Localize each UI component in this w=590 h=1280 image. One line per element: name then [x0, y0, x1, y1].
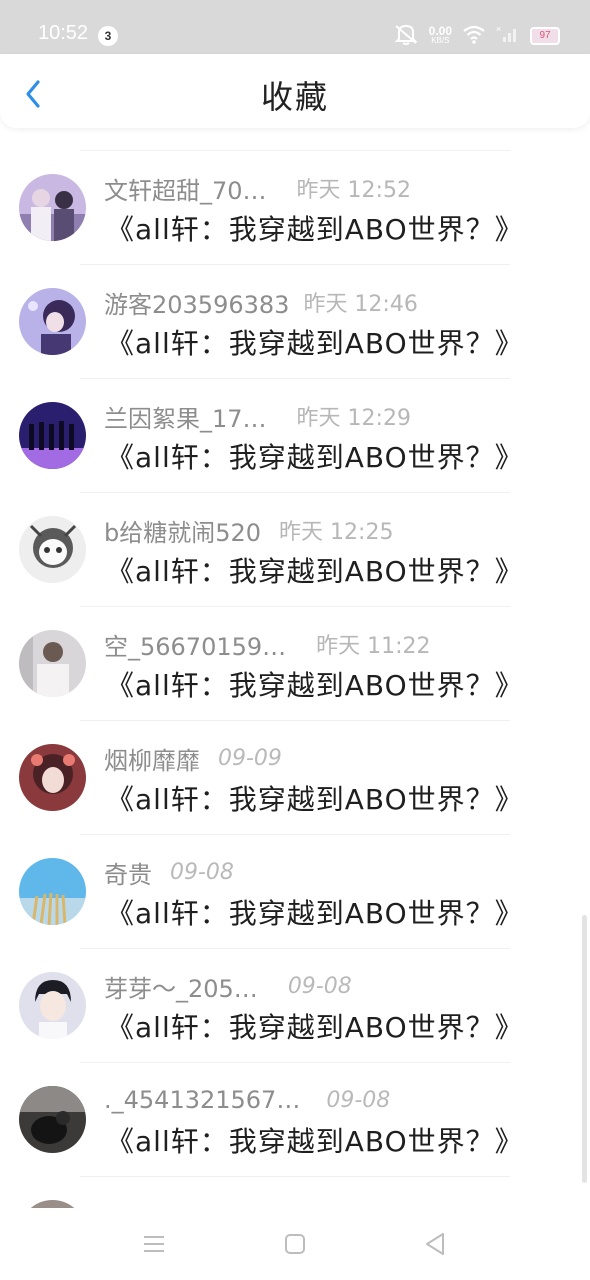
home-square-icon — [285, 1234, 305, 1254]
username[interactable]: 空_56670159… — [104, 627, 286, 662]
avatar[interactable] — [19, 288, 86, 355]
list-item[interactable]: 奇贵 09-08 《all轩：我穿越到ABO世界？》 — [0, 834, 590, 948]
list-item[interactable]: 兰因絮果_17… 昨天 12:29 《all轩：我穿越到ABO世界？》 — [0, 378, 590, 492]
divider — [80, 1176, 510, 1177]
back-triangle-icon — [426, 1233, 444, 1255]
book-title[interactable]: 《all轩：我穿越到ABO世界？》 — [106, 778, 524, 818]
timestamp: 09-09 — [218, 745, 282, 771]
divider — [80, 492, 510, 493]
username[interactable]: 游客203596383 — [104, 285, 289, 320]
svg-text:×: × — [496, 24, 501, 34]
divider — [80, 378, 510, 379]
menu-icon — [144, 1236, 164, 1252]
list-item[interactable]: ._4541321567… 09-08 《all轩：我穿越到ABO世界？》 — [0, 1062, 590, 1176]
avatar[interactable] — [19, 858, 86, 925]
timestamp: 09-08 — [170, 859, 234, 885]
book-title[interactable]: 《all轩：我穿越到ABO世界？》 — [106, 436, 524, 476]
menu-button[interactable] — [138, 1228, 170, 1260]
scrollbar[interactable] — [582, 915, 587, 1183]
username[interactable]: 烟柳靡靡 — [104, 741, 200, 776]
item-meta: b给糖就闹520 昨天 12:25 — [104, 513, 394, 548]
item-meta: 空_56670159… 昨天 11:22 — [104, 627, 431, 662]
net-speed: 0.00 KB/S — [428, 24, 452, 45]
book-title[interactable]: 《all轩：我穿越到ABO世界？》 — [106, 1006, 524, 1046]
list-item[interactable]: 游客203596383 昨天 12:46 《all轩：我穿越到ABO世界？》 — [0, 264, 590, 378]
mute-icon — [393, 23, 419, 49]
signal-icon: × — [496, 24, 520, 48]
timestamp: 昨天 12:29 — [296, 406, 411, 431]
item-meta: 游客203596383 昨天 12:46 — [104, 285, 418, 320]
book-title[interactable]: 《all轩：我穿越到ABO世界？》 — [106, 550, 524, 590]
status-bar: 10:52 3 0.00 KB/S × 97 — [0, 0, 590, 54]
avatar[interactable] — [19, 744, 86, 811]
divider — [80, 1062, 510, 1063]
page-title: 收藏 — [260, 78, 329, 116]
list-item[interactable]: 烟柳靡靡 09-09 《all轩：我穿越到ABO世界？》 — [0, 720, 590, 834]
nav-back-button[interactable] — [419, 1228, 451, 1260]
favorites-list: 文轩超甜_70… 昨天 12:52 《all轩：我穿越到ABO世界？》 游客20… — [0, 150, 590, 1216]
avatar[interactable] — [19, 402, 86, 469]
username[interactable]: ._4541321567… — [104, 1086, 300, 1114]
status-icons: 0.00 KB/S × 97 — [393, 22, 560, 50]
username[interactable]: 文轩超甜_70… — [104, 171, 267, 206]
timestamp: 昨天 11:22 — [316, 634, 431, 659]
divider — [80, 606, 510, 607]
item-meta: 文轩超甜_70… 昨天 12:52 — [104, 171, 411, 206]
divider — [80, 948, 510, 949]
book-title[interactable]: 《all轩：我穿越到ABO世界？》 — [106, 322, 524, 362]
timestamp: 昨天 12:25 — [279, 520, 394, 545]
avatar[interactable] — [19, 174, 86, 241]
avatar[interactable] — [19, 630, 86, 697]
list-item[interactable]: b给糖就闹520 昨天 12:25 《all轩：我穿越到ABO世界？》 — [0, 492, 590, 606]
divider — [80, 150, 510, 151]
timestamp: 09-08 — [287, 973, 352, 999]
list-item[interactable]: 芽芽～_205… 09-08 《all轩：我穿越到ABO世界？》 — [0, 948, 590, 1062]
timestamp: 昨天 12:46 — [303, 292, 418, 317]
battery-icon: 97 — [530, 27, 560, 45]
home-button[interactable] — [279, 1228, 311, 1260]
book-title[interactable]: 《all轩：我穿越到ABO世界？》 — [106, 892, 524, 932]
divider — [80, 264, 510, 265]
item-meta: 烟柳靡靡 09-09 — [104, 741, 282, 776]
username[interactable]: b给糖就闹520 — [104, 513, 261, 548]
username[interactable]: 芽芽～_205… — [104, 969, 258, 1004]
book-title[interactable]: 《all轩：我穿越到ABO世界？》 — [106, 1120, 524, 1160]
username[interactable]: 奇贵 — [104, 855, 152, 890]
book-title[interactable]: 《all轩：我穿越到ABO世界？》 — [106, 208, 524, 248]
item-meta: 奇贵 09-08 — [104, 855, 234, 890]
wifi-icon — [462, 24, 486, 48]
status-time: 10:52 — [38, 22, 89, 44]
avatar[interactable] — [19, 516, 86, 583]
system-nav-bar — [0, 1208, 590, 1280]
item-meta: 芽芽～_205… 09-08 — [104, 969, 352, 1004]
list-item[interactable]: 文轩超甜_70… 昨天 12:52 《all轩：我穿越到ABO世界？》 — [0, 150, 590, 264]
item-meta: ._4541321567… 09-08 — [104, 1084, 390, 1116]
username[interactable]: 兰因絮果_17… — [104, 399, 267, 434]
timestamp: 09-08 — [326, 1087, 391, 1113]
app-header: 收藏 — [0, 54, 590, 128]
timestamp: 昨天 12:52 — [296, 178, 411, 203]
book-title[interactable]: 《all轩：我穿越到ABO世界？》 — [106, 664, 524, 704]
avatar[interactable] — [19, 1086, 86, 1153]
list-item[interactable]: 空_56670159… 昨天 11:22 《all轩：我穿越到ABO世界？》 — [0, 606, 590, 720]
avatar[interactable] — [19, 972, 86, 1039]
notification-badge: 3 — [98, 26, 118, 46]
divider — [80, 720, 510, 721]
item-meta: 兰因絮果_17… 昨天 12:29 — [104, 399, 411, 434]
divider — [80, 834, 510, 835]
